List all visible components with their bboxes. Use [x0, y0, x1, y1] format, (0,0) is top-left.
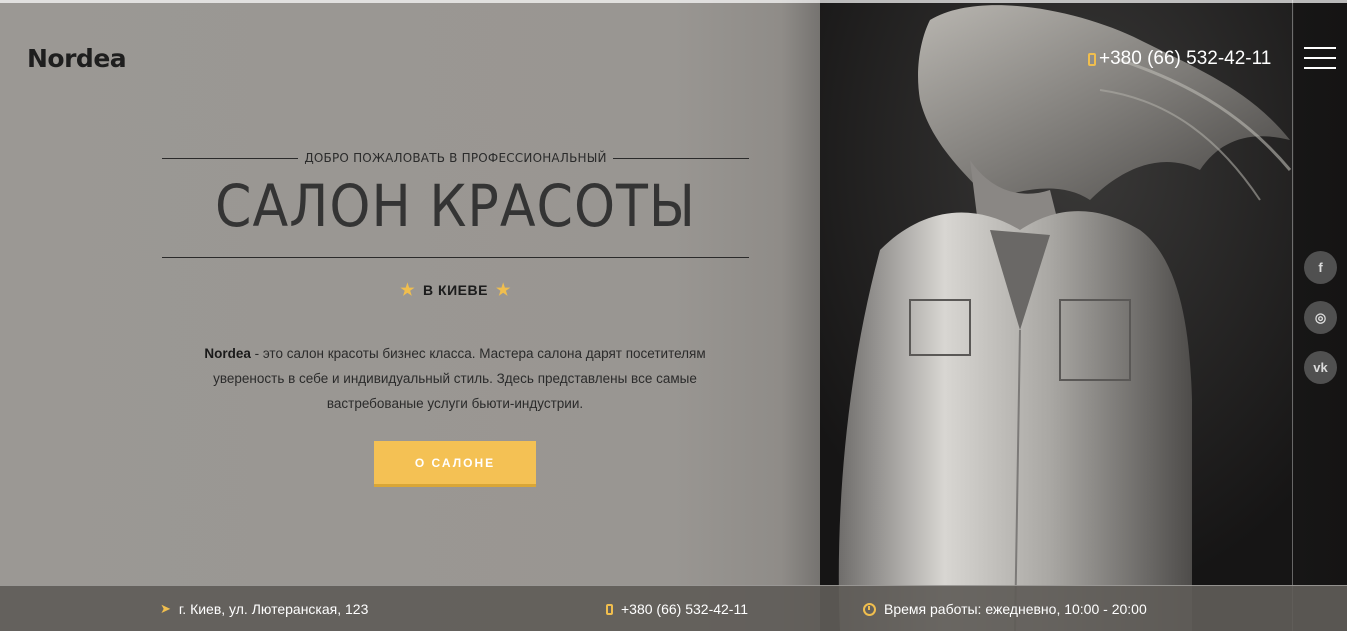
header-phone-text: +380 (66) 532-42-11	[1099, 48, 1272, 69]
desc-brand: Nordea	[204, 346, 251, 361]
footer-bar: ➤ г. Киев, ул. Лютеранская, 123 +380 (66…	[0, 585, 1347, 631]
footer-address: ➤ г. Киев, ул. Лютеранская, 123	[160, 601, 369, 617]
divider	[162, 157, 299, 159]
location-arrow-icon: ➤	[160, 601, 171, 616]
top-border	[0, 0, 1347, 3]
logo[interactable]: Nordea	[27, 44, 127, 73]
city-label: ★ В КИЕВЕ ★	[400, 282, 511, 299]
vk-icon[interactable]: vk	[1304, 351, 1337, 384]
phone-icon	[1088, 52, 1096, 66]
hero-description: Nordea - это салон красоты бизнес класса…	[204, 346, 706, 411]
welcome-text: ДОБРО ПОЖАЛОВАТЬ В ПРОФЕССИОНАЛЬНЫЙ	[304, 151, 607, 165]
facebook-icon[interactable]: f	[1304, 251, 1337, 284]
hero-photo	[820, 0, 1294, 631]
about-salon-button[interactable]: О САЛОНЕ	[374, 441, 536, 487]
hamburger-menu-icon[interactable]	[1304, 47, 1336, 69]
star-icon: ★	[400, 282, 416, 299]
hero-title: САЛОН КРАСОТЫ	[215, 172, 696, 240]
clock-icon	[863, 602, 876, 616]
title-underline	[162, 257, 749, 258]
footer-hours: Время работы: ежедневно, 10:00 - 20:00	[863, 586, 1147, 631]
instagram-icon[interactable]: ◎	[1304, 301, 1337, 334]
star-icon: ★	[495, 282, 511, 299]
welcome-row: ДОБРО ПОЖАЛОВАТЬ В ПРОФЕССИОНАЛЬНЫЙ	[162, 150, 750, 166]
phone-icon	[606, 603, 613, 615]
header-phone[interactable]: +380 (66) 532-42-11	[1088, 48, 1271, 70]
footer-phone[interactable]: +380 (66) 532-42-11	[606, 586, 748, 631]
divider	[612, 157, 750, 159]
